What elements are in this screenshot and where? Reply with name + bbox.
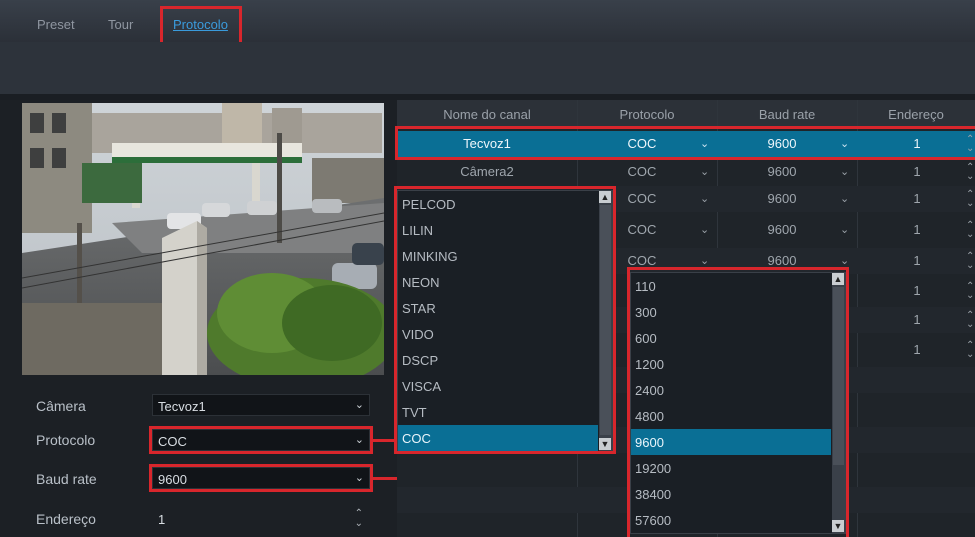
chevron-down-icon[interactable]: ⌄ (840, 223, 849, 236)
highlight-selected-row (395, 126, 975, 160)
stepper-icon[interactable]: ⌃ ⌄ (966, 190, 974, 209)
stepper-icon[interactable]: ⌃ ⌄ (966, 163, 974, 182)
cell-baud: 9600 (767, 253, 797, 268)
baud-rate-label: Baud rate (36, 471, 97, 487)
protocol-label: Protocolo (36, 432, 96, 448)
camera-select[interactable]: Tecvoz1 ⌄ (152, 394, 370, 416)
stepper-icon[interactable]: ⌃ ⌄ (966, 221, 974, 240)
cell-protocol: COC (627, 164, 657, 179)
column-header-name: Nome do canal (443, 107, 531, 122)
cell-address: 1 (913, 253, 921, 268)
address-stepper[interactable]: 1 ⌃ ⌄ (152, 507, 370, 529)
cell-address: 1 (913, 283, 921, 298)
address-label: Endereço (36, 511, 96, 527)
cell-address: 1 (913, 342, 921, 357)
stepper-icon[interactable]: ⌃ ⌄ (966, 341, 974, 360)
chevron-down-icon: ⌄ (354, 399, 364, 411)
cell-baud: 9600 (767, 164, 797, 179)
toolbar-area (0, 42, 975, 94)
chevron-down-icon[interactable]: ⌄ (840, 192, 849, 205)
highlight-tab-protocolo (160, 6, 242, 45)
camera-preview (22, 103, 384, 375)
chevron-down-icon[interactable]: ⌄ (840, 254, 849, 267)
cell-baud: 9600 (767, 191, 797, 206)
stepper-icon[interactable]: ⌃ ⌄ (966, 282, 974, 301)
camera-label: Câmera (36, 398, 86, 414)
address-stepper-value: 1 (158, 512, 166, 527)
highlight-baud-rate-select (149, 464, 373, 492)
cell-baud: 9600 (767, 222, 797, 237)
chevron-down-icon[interactable]: ⌄ (840, 165, 849, 178)
highlight-protocol-select (149, 426, 373, 454)
chevron-down-icon[interactable]: ⌄ (700, 192, 709, 205)
highlight-baud-list (627, 267, 849, 537)
cell-address: 1 (913, 312, 921, 327)
highlight-protocol-list (394, 186, 616, 454)
cell-address: 1 (913, 164, 921, 179)
chevron-down-icon[interactable]: ⌄ (700, 165, 709, 178)
tab-bar: Preset Tour Protocolo (0, 0, 975, 42)
column-header-baud: Baud rate (758, 107, 816, 122)
table-header: Nome do canal Protocolo Baud rate Endere… (397, 100, 975, 128)
cell-address: 1 (913, 222, 921, 237)
stepper-icon[interactable]: ⌃ ⌄ (966, 252, 974, 271)
cell-address: 1 (913, 191, 921, 206)
chevron-down-icon[interactable]: ⌄ (700, 254, 709, 267)
column-header-protocol: Protocolo (619, 107, 675, 122)
stepper-icon[interactable]: ⌃ ⌄ (355, 509, 363, 529)
stepper-icon[interactable]: ⌃ ⌄ (966, 311, 974, 330)
ptz-settings-window: Preset Tour Protocolo Câmera Tecvoz1 ⌄ P… (0, 0, 975, 537)
chevron-down-icon[interactable]: ⌄ (700, 223, 709, 236)
camera-select-value: Tecvoz1 (158, 399, 206, 414)
cell-name: Câmera2 (460, 164, 514, 179)
tab-tour[interactable]: Tour (108, 17, 133, 33)
table-row[interactable]: Câmera2 COC ⌄ 9600 ⌄ 1 ⌃ ⌄ (397, 159, 975, 185)
column-header-address: Endereço (888, 107, 944, 122)
tab-preset[interactable]: Preset (37, 17, 75, 33)
